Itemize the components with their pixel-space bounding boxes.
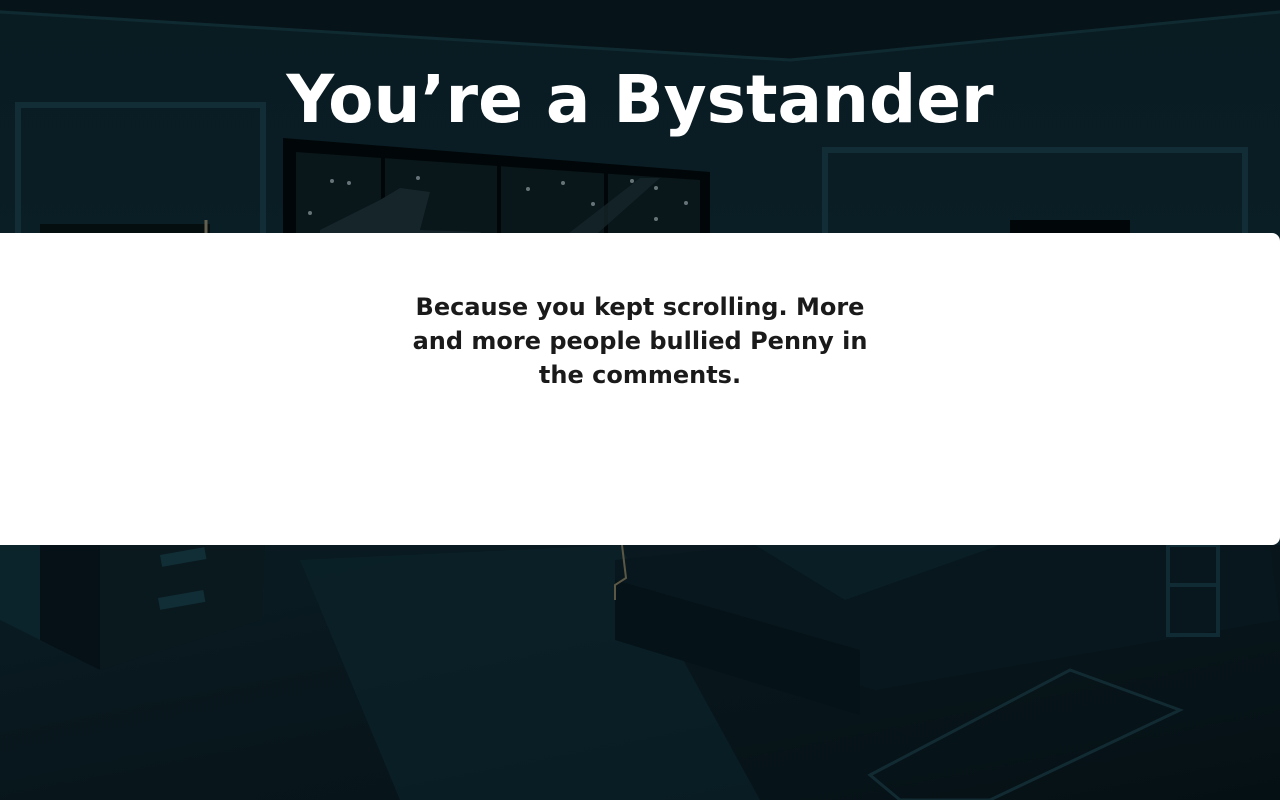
page-title: You’re a Bystander bbox=[286, 61, 994, 138]
outcome-message: Because you kept scrolling. More and mor… bbox=[412, 293, 868, 389]
